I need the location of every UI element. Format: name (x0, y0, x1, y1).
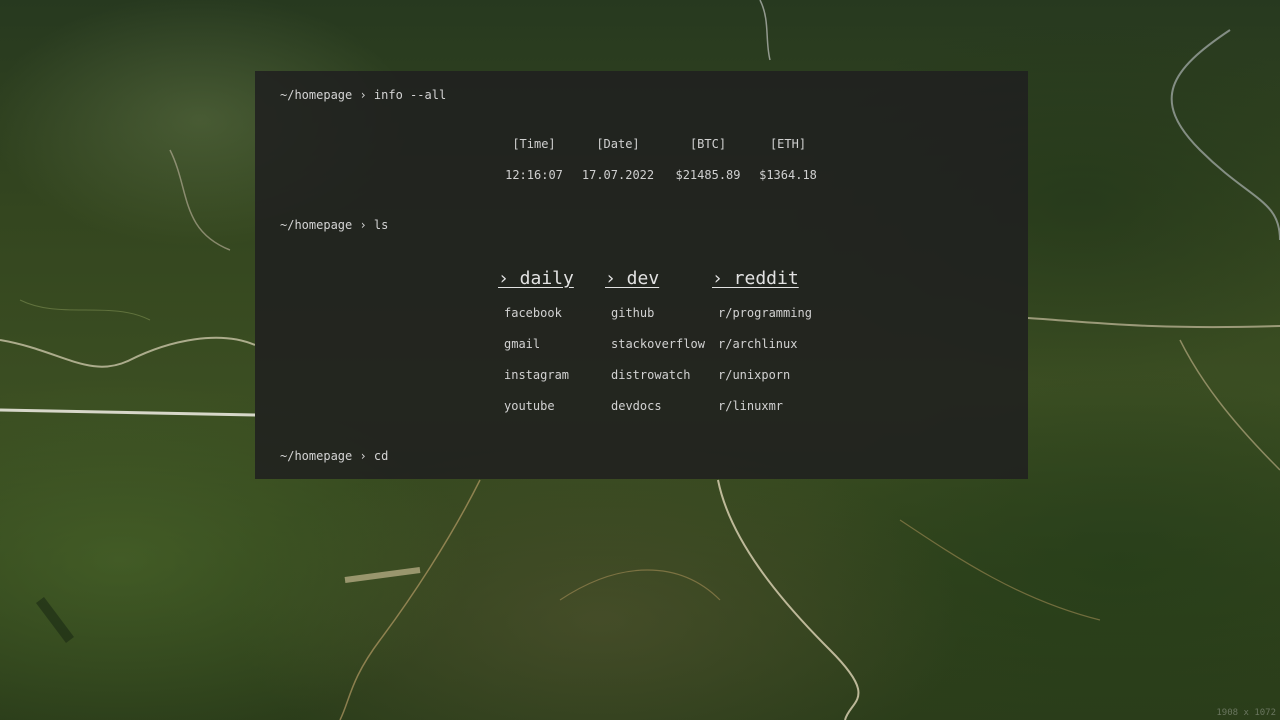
link-r-programming[interactable]: r/programming (712, 305, 812, 336)
terminal-panel: ~/homepage › info --all [Time] [Date] [B… (255, 71, 1028, 479)
link-instagram[interactable]: instagram (498, 367, 574, 398)
info-header-date: [Date] (596, 137, 640, 151)
info-table: [Time] [Date] [BTC] [ETH] 12:16:07 17.07… (495, 137, 823, 188)
info-value-date: 17.07.2022 (581, 168, 655, 182)
link-r-linuxmr[interactable]: r/linuxmr (712, 398, 812, 429)
link-stackoverflow[interactable]: stackoverflow (605, 336, 705, 367)
prompt-ls-command: ~/homepage › ls (280, 218, 389, 232)
link-group-reddit: › reddit r/programming r/archlinux r/uni… (712, 268, 812, 429)
link-gmail[interactable]: gmail (498, 336, 574, 367)
link-devdocs[interactable]: devdocs (605, 398, 705, 429)
group-title-reddit: › reddit (712, 268, 799, 289)
prompt-info-command: ~/homepage › info --all (280, 88, 447, 102)
info-value-btc: $21485.89 (675, 168, 741, 182)
info-value-eth: $1364.18 (759, 168, 817, 182)
link-github[interactable]: github (605, 305, 705, 336)
link-facebook[interactable]: facebook (498, 305, 574, 336)
info-value-time: 12:16:07 (505, 168, 563, 182)
info-header-eth: [ETH] (769, 137, 807, 151)
info-header-time: [Time] (512, 137, 556, 151)
link-r-archlinux[interactable]: r/archlinux (712, 336, 812, 367)
link-group-dev: › dev github stackoverflow distrowatch d… (605, 268, 705, 429)
resolution-label: 1908 x 1072 (1216, 708, 1276, 718)
group-title-dev: › dev (605, 268, 660, 289)
link-group-daily: › daily facebook gmail instagram youtube (498, 268, 574, 429)
link-distrowatch[interactable]: distrowatch (605, 367, 705, 398)
info-header-btc: [BTC] (689, 137, 727, 151)
link-r-unixporn[interactable]: r/unixporn (712, 367, 812, 398)
group-title-daily: › daily (498, 268, 574, 289)
prompt-cd-command: ~/homepage › cd (280, 449, 389, 463)
link-youtube[interactable]: youtube (498, 398, 574, 429)
